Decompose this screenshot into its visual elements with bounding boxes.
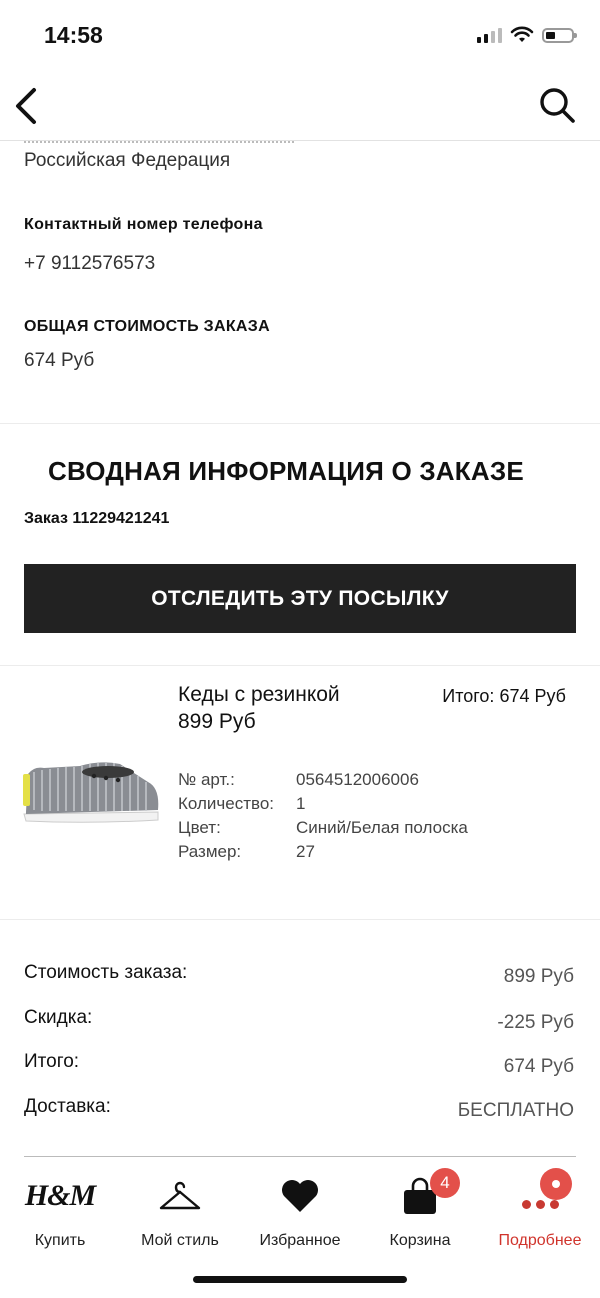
- delivery-label: Доставка:: [24, 1096, 111, 1117]
- tab-favorites-label: Избранное: [259, 1232, 341, 1249]
- order-cost-value: 674 Руб: [24, 350, 95, 371]
- discount-label: Скидка:: [24, 1007, 93, 1028]
- contact-phone-value: +7 9112576573: [24, 253, 156, 274]
- attr-size-label: Размер:: [178, 842, 242, 861]
- attr-article-value: 0564512006006: [296, 770, 419, 789]
- section-divider: [0, 665, 600, 666]
- product-image[interactable]: [20, 754, 162, 826]
- search-icon[interactable]: [538, 86, 576, 124]
- attr-color-label: Цвет:: [178, 818, 221, 837]
- contact-phone-label: Контактный номер телефона: [24, 216, 263, 233]
- summary-bottom-rule: [24, 1156, 576, 1157]
- tab-shop-label: Купить: [34, 1232, 86, 1249]
- subtotal-label: Стоимость заказа:: [24, 962, 188, 983]
- attr-quantity-label: Количество:: [178, 794, 275, 813]
- hm-logo-icon: H&M: [24, 1179, 96, 1212]
- tab-my-style[interactable]: Мой стиль: [120, 1174, 240, 1250]
- tab-shop[interactable]: H&M Купить: [0, 1174, 120, 1250]
- product-name[interactable]: Кеды с резинкой: [178, 683, 340, 707]
- tab-cart-label: Корзина: [389, 1232, 451, 1249]
- tab-favorites[interactable]: Избранное: [240, 1174, 360, 1250]
- product-price: 899 Руб: [178, 710, 256, 733]
- order-summary-title: СВОДНАЯ ИНФОРМАЦИЯ О ЗАКАЗЕ: [48, 456, 524, 486]
- attr-quantity-value: 1: [296, 794, 306, 813]
- home-indicator: [193, 1276, 407, 1283]
- hanger-icon: [159, 1181, 201, 1210]
- heart-icon: [282, 1180, 318, 1212]
- attr-article-label: № арт.:: [178, 770, 235, 789]
- section-divider: [0, 423, 600, 424]
- battery-icon: [542, 27, 577, 43]
- discount-value: -225 Руб: [497, 1012, 574, 1033]
- subtotal-value: 899 Руб: [503, 966, 574, 987]
- back-arrow-icon[interactable]: [12, 84, 48, 128]
- cart-count-badge: 4: [430, 1168, 460, 1198]
- address-country: Российская Федерация: [24, 150, 231, 171]
- order-cost-label: ОБЩАЯ СТОИМОСТЬ ЗАКАЗА: [24, 318, 270, 335]
- total-value: 674 Руб: [503, 1056, 574, 1077]
- product-total: Итого: 674 Руб: [442, 686, 566, 706]
- tab-more-label: Подробнее: [498, 1232, 582, 1249]
- track-package-button[interactable]: ОТСЛЕДИТЬ ЭТУ ПОСЫЛКУ: [24, 564, 576, 633]
- tab-my-style-label: Мой стиль: [141, 1232, 219, 1249]
- status-time: 14:58: [44, 22, 103, 48]
- order-number: Заказ 11229421241: [24, 510, 170, 527]
- more-icon: [521, 1199, 559, 1209]
- delivery-value: БЕСПЛАТНО: [457, 1100, 574, 1121]
- attr-size-value: 27: [296, 842, 315, 861]
- wifi-icon: [510, 26, 534, 42]
- tab-cart[interactable]: 4 Корзина: [360, 1168, 480, 1250]
- cellular-signal-icon: [477, 27, 502, 43]
- notification-dot-icon: [540, 1168, 572, 1200]
- address-cut-line: [24, 141, 294, 145]
- tab-more[interactable]: Подробнее: [480, 1168, 600, 1250]
- attr-color-value: Синий/Белая полоска: [296, 818, 468, 837]
- status-icons: [477, 26, 577, 44]
- section-divider: [0, 919, 600, 920]
- total-label: Итого:: [24, 1051, 80, 1072]
